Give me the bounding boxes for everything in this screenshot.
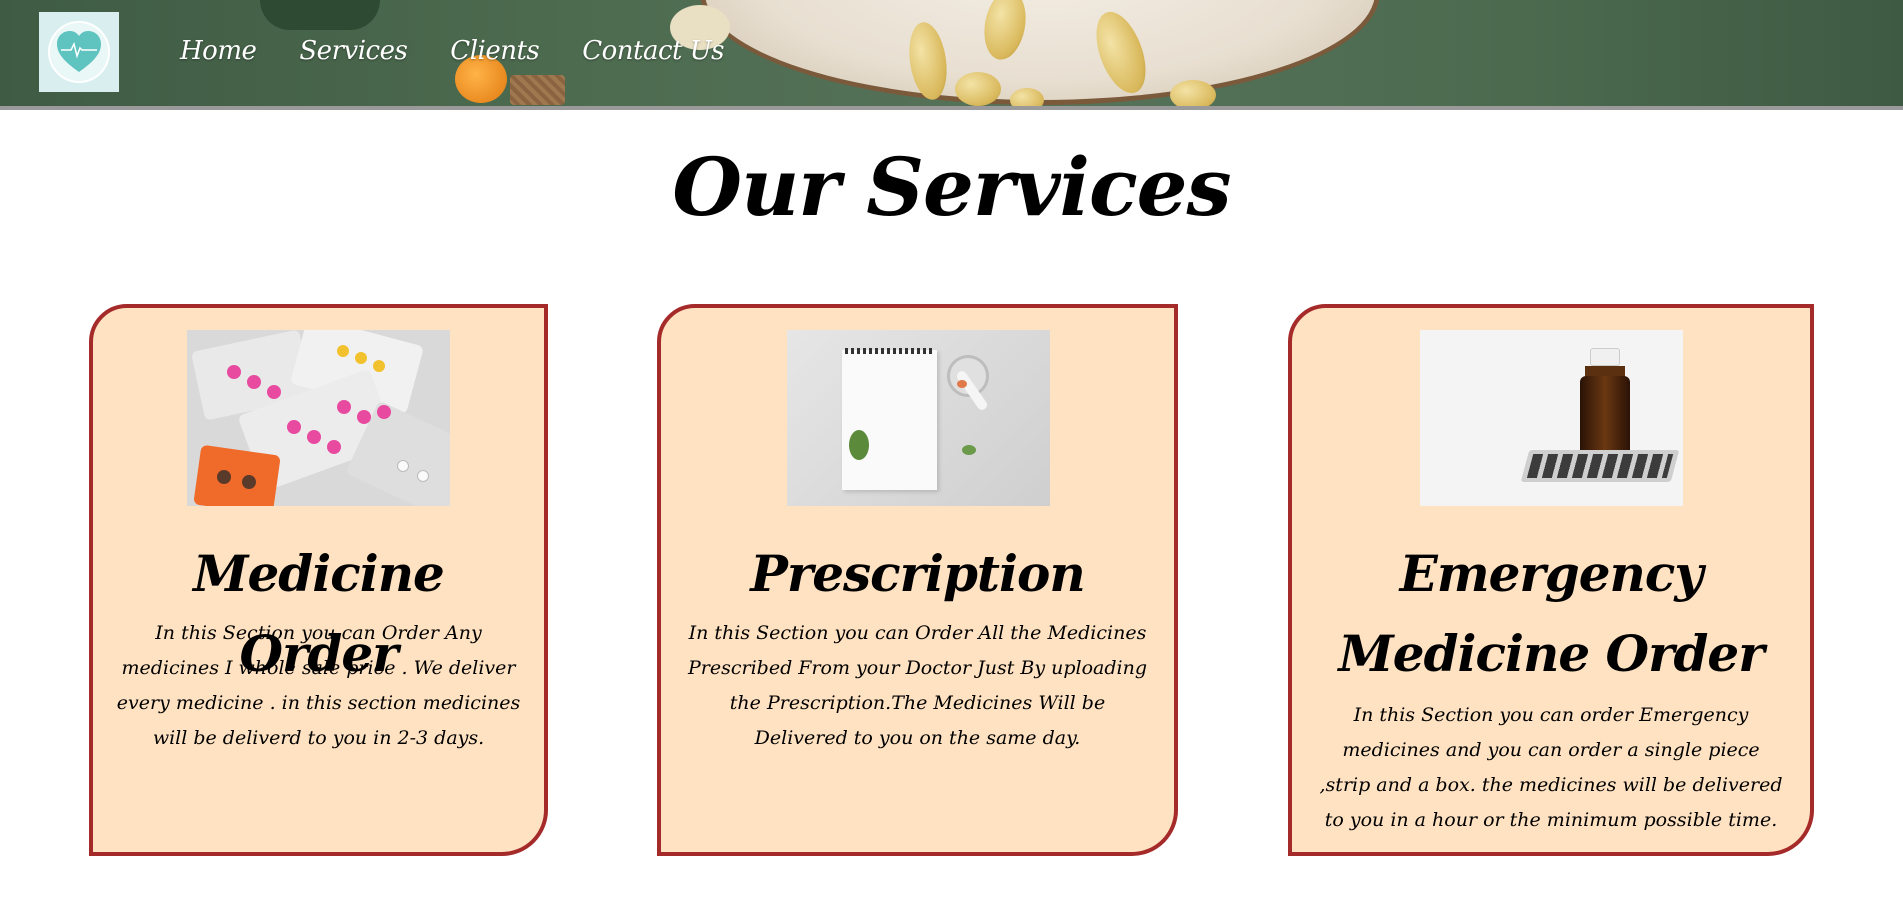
card-description: In this Section you can order Emergency …: [1319, 704, 1783, 831]
logo[interactable]: [39, 12, 119, 92]
cork: [510, 75, 565, 105]
service-card-medicine-order: Medicine Order In this Section you can O…: [89, 304, 548, 856]
header-bowl-image: [700, 0, 1380, 105]
nav-contact-us[interactable]: Contact Us: [582, 36, 724, 66]
capsule: [955, 72, 1001, 106]
prescription-notepad-image: [787, 330, 1050, 506]
page-title: Our Services: [672, 140, 1231, 234]
service-card-prescription: Prescription In this Section you can Ord…: [657, 304, 1178, 856]
medicine-pills-image: [187, 330, 450, 506]
header-decor: [260, 0, 380, 30]
nav-services[interactable]: Services: [299, 36, 407, 66]
card-title: Emergency Medicine Order: [1338, 544, 1764, 683]
card-description: In this Section you can Order Any medici…: [116, 622, 521, 749]
main-nav: Home Services Clients Contact Us: [180, 36, 767, 66]
nav-clients[interactable]: Clients: [450, 36, 539, 66]
nav-home[interactable]: Home: [180, 36, 257, 66]
logo-ring: [48, 21, 110, 83]
card-description: In this Section you can Order All the Me…: [688, 622, 1147, 749]
card-title: Prescription: [750, 544, 1085, 603]
heart-pulse-icon: [57, 31, 101, 72]
header-divider: [0, 106, 1903, 110]
medicine-bottle-image: [1420, 330, 1683, 506]
service-card-emergency-medicine-order: Emergency Medicine Order In this Section…: [1288, 304, 1814, 856]
